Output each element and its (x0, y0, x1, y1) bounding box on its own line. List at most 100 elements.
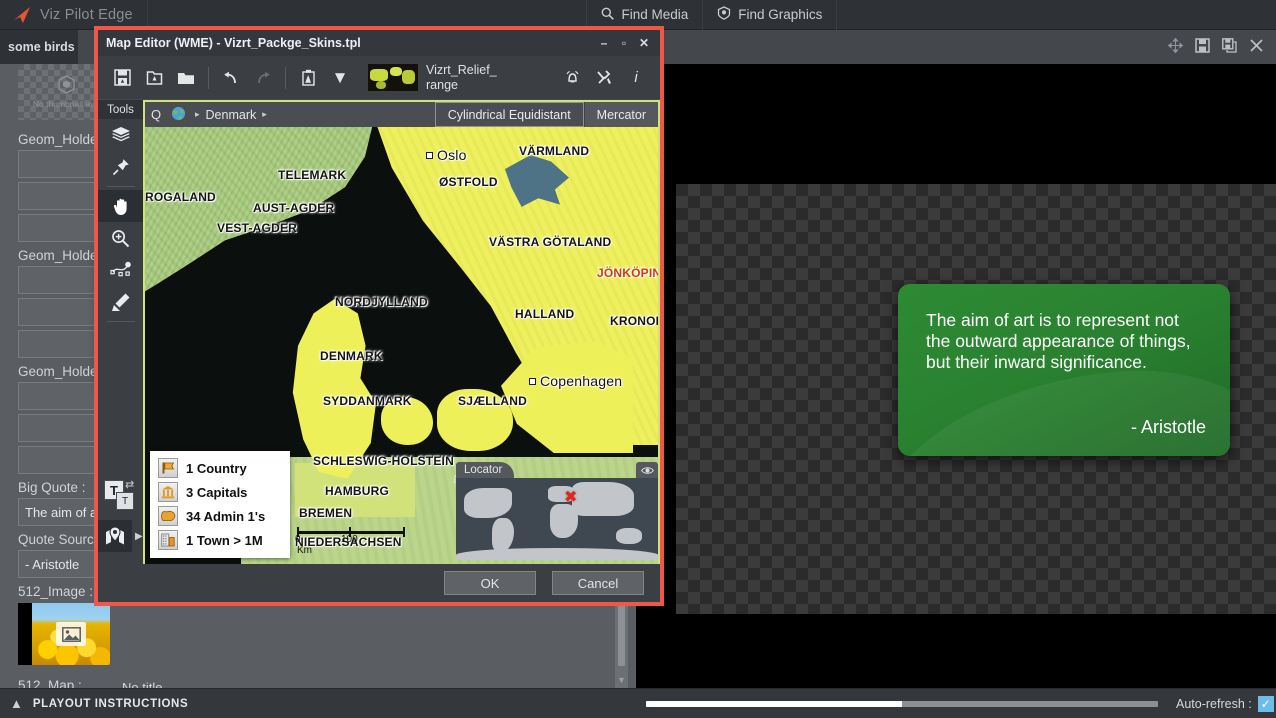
legend-label: 34 Admin 1's (186, 508, 266, 524)
alert-bell-icon[interactable] (556, 61, 588, 95)
map-search-icon[interactable]: Q (145, 107, 167, 122)
undo-icon[interactable] (215, 61, 247, 95)
legend-row[interactable]: 3 Capitals (158, 480, 282, 504)
map-label: KRONOBE (610, 314, 658, 328)
projection-tab-cylindrical[interactable]: Cylindrical Equidistant (434, 102, 584, 127)
locator-marker-icon: ✖ (564, 489, 578, 506)
caret-down-icon[interactable]: ▼ (324, 61, 356, 95)
preview-quote-card: The aim of art is to represent not the o… (898, 284, 1230, 456)
map-label: HALLAND (515, 307, 575, 321)
landmass-jutland (292, 299, 376, 479)
image-icon (56, 622, 86, 646)
map-label: HAMBURG (325, 484, 390, 498)
breadcrumb-country[interactable]: Denmark (206, 108, 257, 122)
breadcrumb-caret-left-icon[interactable]: ▸ (189, 109, 206, 120)
tools-panel-title: Tools (98, 100, 143, 119)
save-icon[interactable] (1195, 38, 1210, 56)
map-label: DENMARK (320, 349, 383, 363)
map-label: Copenhagen (540, 373, 623, 389)
layers-tool[interactable] (98, 119, 143, 151)
scale-zero: 0 (295, 534, 301, 545)
playout-instructions-bar[interactable]: ▲ PLAYOUT INSTRUCTIONS (0, 688, 636, 718)
marker-tool[interactable] (98, 520, 132, 552)
open-folder-icon[interactable] (170, 61, 202, 95)
map-canvas[interactable]: Oslo VÄRMLAND TELEMARK ØSTFOLD ROGALAND AUST-… (145, 115, 658, 568)
no-thumbnail-label: No thumbnail ava (32, 99, 100, 109)
map-label: SJÆLLAND (458, 394, 527, 408)
redo-icon[interactable] (247, 61, 279, 95)
scale-unit: Km (297, 545, 312, 556)
map-style-name-line1: Vizrt_Relief_ (426, 62, 497, 77)
image-field-thumbnail[interactable] (18, 603, 110, 665)
map-editor-body: Tools T T ⇄ ▶ Q ▸ Denmark ▸ Cylindrical … (98, 100, 660, 570)
scroll-down-arrow-icon[interactable]: ▼ (616, 675, 627, 686)
legend-row[interactable]: 1 Country (158, 456, 282, 480)
tools-icon[interactable] (588, 61, 620, 95)
find-media-label: Find Media (621, 7, 689, 22)
zoom-tool[interactable] (98, 222, 143, 254)
save-as-map-icon[interactable] (138, 61, 170, 95)
auto-refresh-control: Auto-refresh : ✓ (1176, 695, 1274, 712)
map-editor-dialog: Map Editor (WME) - Vizrt_Packge_Skins.tp… (94, 26, 664, 606)
map-style-name-line2: range (426, 77, 458, 92)
preview-quote-source: - Aristotle (1130, 417, 1206, 437)
text-tool[interactable]: T T ⇄ (98, 478, 143, 520)
tools-panel: Tools T T ⇄ ▶ (98, 100, 143, 570)
close-icon[interactable] (1249, 38, 1264, 56)
secondbar-icons (1167, 30, 1270, 64)
locator-north-america (464, 488, 512, 518)
locator-australia (616, 528, 642, 544)
map-scale-bar: 0 100 Km (295, 527, 405, 556)
save-as-icon[interactable] (1222, 38, 1237, 56)
map-legend: 1 Country 3 Capitals 34 Admin 1's 1 Town… (150, 451, 290, 558)
style-preview-shape-2 (390, 67, 402, 76)
map-no-title-label: No title (122, 680, 163, 688)
hexagon-icon (57, 75, 75, 98)
legend-label: 1 Town > 1M (186, 532, 263, 548)
search-icon (601, 7, 615, 23)
draw-tool[interactable] (98, 286, 143, 318)
style-preview-shape-3 (402, 70, 415, 84)
move-icon[interactable] (1167, 37, 1184, 56)
story-tab[interactable]: some birds (0, 30, 78, 64)
scale-hundred: 100 (341, 534, 358, 545)
pan-tool[interactable] (98, 190, 143, 222)
map-style-preview[interactable] (368, 64, 418, 91)
map-label: BREMEN (299, 506, 353, 520)
locator-world-map[interactable]: ✖ (456, 478, 658, 560)
maximize-icon[interactable]: ▫ (614, 36, 634, 50)
globe-icon[interactable] (167, 106, 189, 124)
eye-icon[interactable] (636, 462, 658, 478)
map-field-label: 512_Map : (18, 678, 82, 688)
legend-row[interactable]: 34 Admin 1's (158, 504, 282, 528)
minimize-icon[interactable]: – (594, 36, 614, 50)
marker-tool-row: ▶ (98, 520, 143, 552)
tool-separator-2 (106, 321, 135, 322)
auto-refresh-label: Auto-refresh : (1176, 696, 1252, 711)
map-label: VEST-AGDER (217, 221, 298, 235)
auto-refresh-checkbox[interactable]: ✓ (1257, 695, 1274, 712)
breadcrumb-caret-right-icon[interactable]: ▸ (256, 109, 273, 120)
style-preview-shape-1 (370, 69, 388, 81)
capital-icon (158, 482, 178, 502)
find-graphics-button[interactable]: Find Graphics (703, 0, 838, 30)
map-editor-titlebar[interactable]: Map Editor (WME) - Vizrt_Packge_Skins.tp… (98, 30, 660, 56)
locator-title: Locator (456, 462, 515, 478)
ok-button[interactable]: OK (444, 571, 536, 595)
close-dialog-icon[interactable]: ✕ (634, 36, 654, 50)
path-tool[interactable] (98, 254, 143, 286)
legend-row[interactable]: 1 Town > 1M (158, 528, 282, 552)
style-preview-shape-4 (376, 81, 386, 89)
progress-bar[interactable] (646, 700, 1158, 707)
save-map-icon[interactable] (106, 61, 138, 95)
tools-bottom-group: T T ⇄ ▶ (98, 478, 143, 552)
map-style-icon[interactable] (292, 61, 324, 95)
cancel-button[interactable]: Cancel (552, 571, 644, 595)
town-icon (158, 530, 178, 550)
map-view[interactable]: Q ▸ Denmark ▸ Cylindrical Equidistant Me… (143, 100, 660, 570)
info-icon[interactable]: i (620, 61, 652, 95)
marker-tool-caret-icon[interactable]: ▶ (135, 531, 143, 542)
locator-asia (572, 482, 634, 516)
pin-tool[interactable] (98, 151, 143, 183)
projection-tab-mercator[interactable]: Mercator (583, 102, 658, 127)
